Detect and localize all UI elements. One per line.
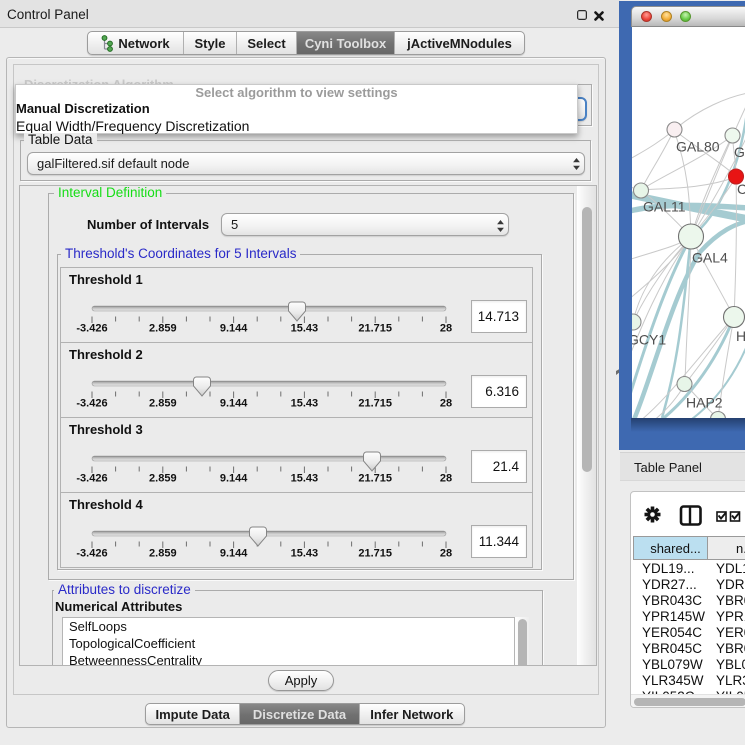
svg-text:C: C bbox=[737, 181, 745, 197]
svg-text:-3.426: -3.426 bbox=[76, 323, 107, 335]
svg-text:15.43: 15.43 bbox=[291, 473, 319, 485]
svg-text:9.144: 9.144 bbox=[220, 473, 248, 485]
svg-text:H: H bbox=[736, 328, 745, 344]
svg-text:21.715: 21.715 bbox=[358, 323, 392, 335]
svg-text:15.43: 15.43 bbox=[291, 548, 319, 560]
svg-text:21.715: 21.715 bbox=[358, 548, 392, 560]
svg-text:28: 28 bbox=[440, 473, 452, 485]
svg-text:2.859: 2.859 bbox=[149, 323, 177, 335]
svg-text:GAL80: GAL80 bbox=[676, 139, 720, 155]
svg-text:2.859: 2.859 bbox=[149, 548, 177, 560]
svg-text:-3.426: -3.426 bbox=[76, 398, 107, 410]
svg-text:2.859: 2.859 bbox=[149, 398, 177, 410]
svg-text:9.144: 9.144 bbox=[220, 548, 248, 560]
svg-text:21.715: 21.715 bbox=[358, 398, 392, 410]
svg-text:15.43: 15.43 bbox=[291, 323, 319, 335]
svg-text:15.43: 15.43 bbox=[291, 398, 319, 410]
svg-text:28: 28 bbox=[440, 323, 452, 335]
svg-text:28: 28 bbox=[440, 548, 452, 560]
svg-text:HAP2: HAP2 bbox=[686, 395, 723, 411]
svg-text:28: 28 bbox=[440, 398, 452, 410]
svg-text:GCY1: GCY1 bbox=[632, 332, 666, 348]
svg-text:21.715: 21.715 bbox=[358, 473, 392, 485]
svg-text:GA: GA bbox=[734, 144, 745, 160]
svg-text:-3.426: -3.426 bbox=[76, 473, 107, 485]
svg-text:2.859: 2.859 bbox=[149, 473, 177, 485]
svg-text:-3.426: -3.426 bbox=[76, 548, 107, 560]
svg-text:GAL11: GAL11 bbox=[643, 199, 686, 215]
svg-text:GAL4: GAL4 bbox=[692, 250, 728, 266]
svg-text:9.144: 9.144 bbox=[220, 323, 248, 335]
svg-text:9.144: 9.144 bbox=[220, 398, 248, 410]
